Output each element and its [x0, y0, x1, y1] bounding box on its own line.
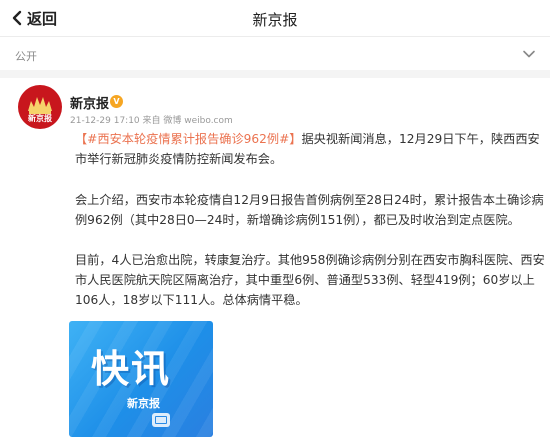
post-paragraph-2: 会上介绍，西安市本轮疫情自12月9日报告首例病例至28日24时，累计报告本土确诊… — [75, 193, 544, 227]
top-nav-bar: 返回 新京报 — [0, 0, 550, 37]
topic-link[interactable]: 【#西安本轮疫情累计报告确诊962例#】 — [75, 132, 302, 146]
post-paragraph-3: 目前，4人已治愈出院，转康复治疗。其他958例确诊病例分别在西安市胸科医院、西安… — [75, 253, 545, 307]
chevron-down-icon — [523, 50, 535, 58]
image-headline: 快讯 — [91, 347, 172, 391]
chat-icon-inner — [155, 416, 167, 424]
avatar[interactable]: 新京报 — [18, 85, 62, 129]
author-name[interactable]: 新京报 — [70, 93, 109, 112]
post-image[interactable]: 快讯 新京报 — [69, 321, 213, 437]
page-title: 新京报 — [252, 11, 298, 29]
verified-badge: V — [110, 95, 123, 108]
post-paragraph-1: 【#西安本轮疫情累计报告确诊962例#】据央视新闻消息，12月29日下午，陕西西… — [75, 129, 545, 169]
avatar-label: 新京报 — [28, 114, 52, 123]
image-brand: 新京报 — [127, 397, 160, 410]
visibility-label: 公开 — [15, 50, 37, 63]
post-meta: 21-12-29 17:10 来自 微博 weibo.com — [70, 116, 233, 126]
section-divider — [0, 70, 550, 78]
visibility-selector[interactable]: 公开 — [0, 38, 550, 70]
